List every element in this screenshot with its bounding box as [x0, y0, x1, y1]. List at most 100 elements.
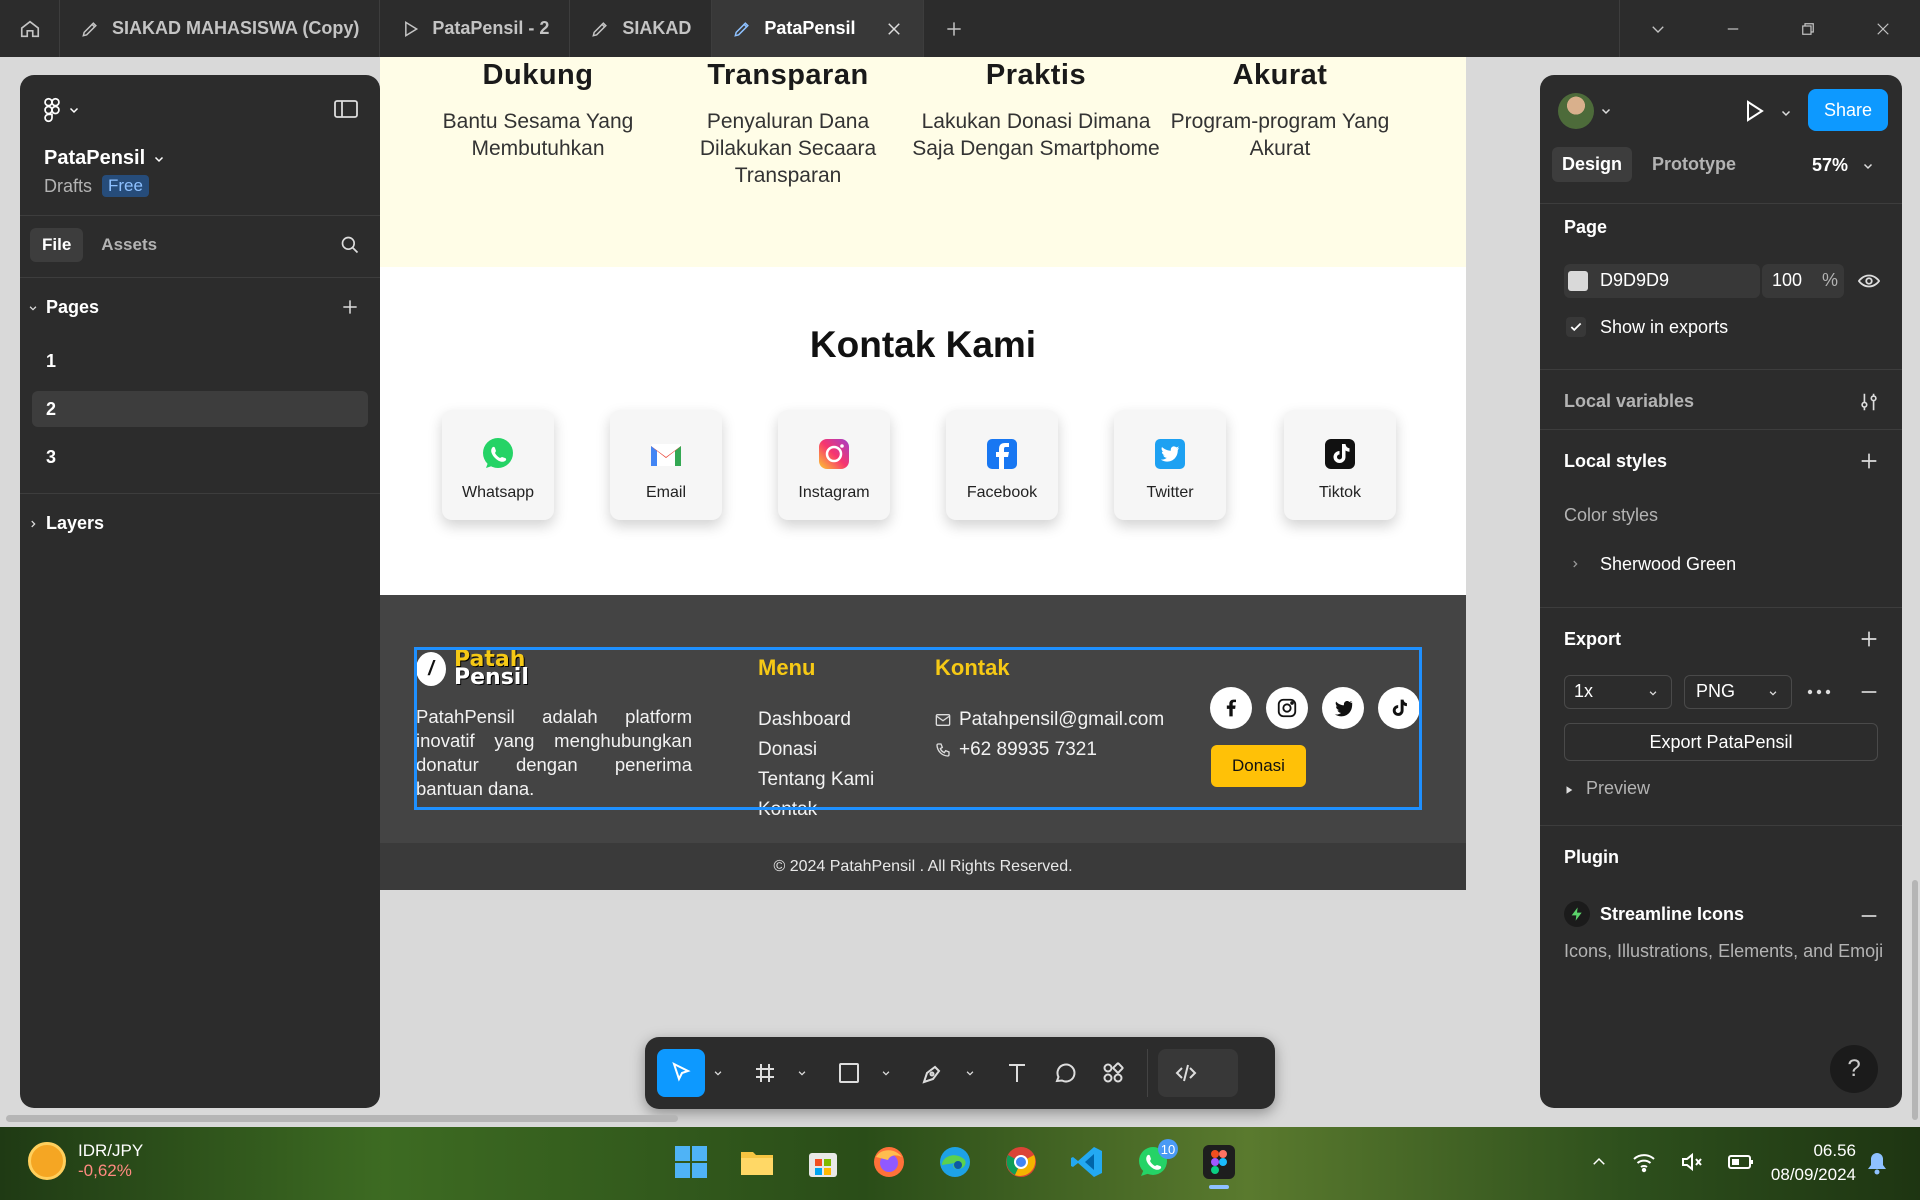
- page-heading: Page: [1564, 217, 1608, 237]
- new-tab-button[interactable]: [924, 0, 984, 57]
- currency-widget[interactable]: IDR/JPY -0,62%: [28, 1141, 143, 1181]
- horizontal-scrollbar[interactable]: [6, 1115, 678, 1122]
- show-in-exports-label: Show in exports: [1600, 317, 1729, 337]
- page-color-value[interactable]: D9D9D9: [1600, 270, 1669, 291]
- instagram-icon: [819, 439, 849, 469]
- color-styles-label: Color styles: [1564, 505, 1659, 525]
- bottom-toolbar: [645, 1037, 1275, 1109]
- help-button[interactable]: ?: [1830, 1045, 1878, 1093]
- file-name[interactable]: PataPensil: [44, 147, 165, 170]
- contact-label: Facebook: [966, 484, 1038, 501]
- contact-card-instagram[interactable]: Instagram: [778, 410, 890, 520]
- preview-toggle[interactable]: Preview: [1586, 778, 1650, 799]
- plugin-name[interactable]: Streamline Icons: [1600, 904, 1744, 925]
- restore-button[interactable]: [1770, 0, 1845, 57]
- tabs-dropdown-button[interactable]: [1620, 0, 1695, 57]
- start-button[interactable]: [668, 1137, 714, 1187]
- vertical-scrollbar[interactable]: [1912, 880, 1918, 1120]
- store-app[interactable]: [800, 1137, 846, 1187]
- zoom-dropdown[interactable]: 57%: [1812, 155, 1874, 176]
- wifi-icon[interactable]: [1632, 1151, 1656, 1173]
- comment-tool[interactable]: [1041, 1049, 1089, 1097]
- pen-tool-menu[interactable]: [957, 1049, 983, 1097]
- streamline-icon: [1564, 901, 1590, 927]
- tab-assets[interactable]: Assets: [89, 228, 169, 262]
- file-explorer-app[interactable]: [734, 1137, 780, 1187]
- contact-card-twitter[interactable]: Twitter: [1114, 410, 1226, 520]
- dev-mode-toggle[interactable]: [1158, 1049, 1238, 1097]
- minus-icon[interactable]: [1858, 681, 1880, 703]
- toggle-sidebar-button[interactable]: [334, 99, 358, 119]
- avatar[interactable]: [1558, 93, 1594, 129]
- contact-card-tiktok[interactable]: Tiktok: [1284, 410, 1396, 520]
- file-location: Drafts Free: [44, 175, 149, 197]
- figma-app[interactable]: [1196, 1137, 1242, 1189]
- minimize-button[interactable]: [1695, 0, 1770, 57]
- close-icon[interactable]: [885, 20, 903, 38]
- present-play-icon[interactable]: [1742, 99, 1766, 123]
- add-page-button[interactable]: [340, 297, 360, 317]
- show-in-exports-checkbox[interactable]: [1566, 317, 1586, 337]
- contact-card-email[interactable]: Email: [610, 410, 722, 520]
- chrome-app[interactable]: [998, 1137, 1044, 1187]
- plus-icon[interactable]: [1858, 628, 1880, 650]
- whatsapp-app[interactable]: 10: [1130, 1137, 1178, 1187]
- clock[interactable]: 06.56 08/09/2024: [1756, 1139, 1856, 1187]
- contact-card-whatsapp[interactable]: Whatsapp: [442, 410, 554, 520]
- tab-patapensil-2[interactable]: PataPensil - 2: [380, 0, 571, 57]
- share-button[interactable]: Share: [1808, 89, 1888, 131]
- firefox-app[interactable]: [866, 1137, 912, 1187]
- chevron-down-icon[interactable]: [1780, 107, 1792, 119]
- minus-icon[interactable]: [1858, 905, 1880, 927]
- edge-app[interactable]: [932, 1137, 978, 1187]
- vscode-app[interactable]: [1064, 1137, 1110, 1187]
- pen-tool[interactable]: [909, 1049, 957, 1097]
- page-color-swatch[interactable]: [1568, 271, 1588, 291]
- clock-time: 06.56: [1813, 1141, 1856, 1160]
- page-opacity-value[interactable]: 100: [1772, 270, 1802, 291]
- tab-patapensil[interactable]: PataPensil: [712, 0, 925, 57]
- shape-tool-menu[interactable]: [873, 1049, 899, 1097]
- speaker-muted-icon[interactable]: [1680, 1151, 1704, 1173]
- frame-tool[interactable]: [741, 1049, 789, 1097]
- page-item-1[interactable]: 1: [32, 343, 368, 379]
- close-window-button[interactable]: [1845, 0, 1920, 57]
- tab-prototype[interactable]: Prototype: [1642, 147, 1746, 182]
- home-button[interactable]: [0, 0, 60, 57]
- tab-siakad-mahasiswa-copy[interactable]: SIAKAD MAHASISWA (Copy): [60, 0, 381, 57]
- adjust-variables-icon[interactable]: [1858, 391, 1880, 413]
- notification-badge: 10: [1158, 1139, 1178, 1159]
- more-options-icon[interactable]: [1806, 683, 1832, 701]
- chevron-down-icon[interactable]: [1600, 105, 1612, 117]
- battery-icon[interactable]: [1728, 1153, 1754, 1171]
- layers-header[interactable]: Layers: [28, 513, 104, 534]
- app-tab-bar: SIAKAD MAHASISWA (Copy) PataPensil - 2 S…: [0, 0, 1920, 57]
- resources-tool[interactable]: [1089, 1049, 1137, 1097]
- notification-bell-icon[interactable]: [1866, 1151, 1888, 1175]
- tab-siakad[interactable]: SIAKAD: [570, 0, 713, 57]
- frame-tool-menu[interactable]: [789, 1049, 815, 1097]
- triangle-right-icon[interactable]: [1564, 785, 1574, 795]
- pages-header[interactable]: Pages: [28, 297, 99, 318]
- move-tool-menu[interactable]: [705, 1049, 731, 1097]
- tab-design[interactable]: Design: [1552, 147, 1633, 182]
- chevron-up-icon[interactable]: [1590, 1153, 1608, 1171]
- color-style-sherwood-green[interactable]: Sherwood Green: [1600, 554, 1736, 575]
- file-location-text[interactable]: Drafts: [44, 176, 92, 197]
- tab-file[interactable]: File: [30, 228, 84, 262]
- contact-card-facebook[interactable]: Facebook: [946, 410, 1058, 520]
- export-button[interactable]: Export PataPensil: [1564, 723, 1878, 761]
- design-frame[interactable]: Dukung Bantu Sesama Yang Membutuhkan Tra…: [380, 57, 1466, 890]
- search-button[interactable]: [340, 235, 360, 255]
- text-tool[interactable]: [993, 1049, 1041, 1097]
- local-variables-heading[interactable]: Local variables: [1564, 391, 1694, 412]
- page-item-2[interactable]: 2: [32, 391, 368, 427]
- shape-tool[interactable]: [825, 1049, 873, 1097]
- move-tool[interactable]: [657, 1049, 705, 1097]
- plus-icon[interactable]: [1858, 450, 1880, 472]
- page-item-3[interactable]: 3: [32, 439, 368, 475]
- main-menu-button[interactable]: [42, 97, 80, 123]
- text-icon: [1009, 1064, 1025, 1082]
- eye-icon[interactable]: [1858, 273, 1880, 289]
- chevron-right-icon[interactable]: [1570, 559, 1580, 569]
